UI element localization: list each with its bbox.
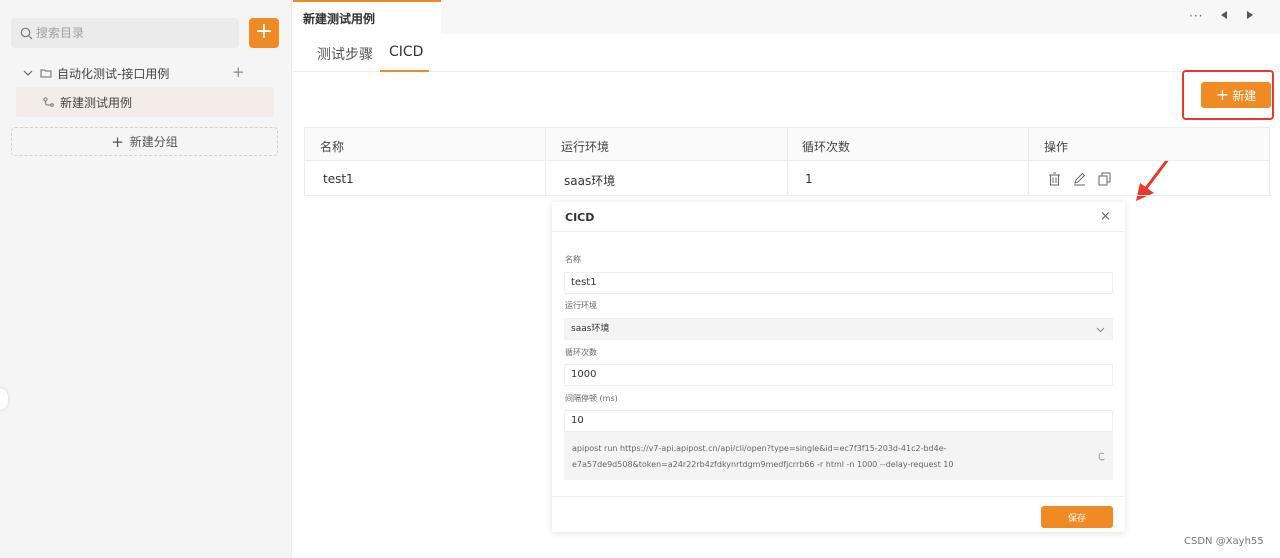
delete-icon[interactable] [1048, 172, 1061, 186]
tree-folder[interactable]: 自动化测试-接口用例 [22, 62, 252, 84]
cicd-modal: CICD × 名称 test1 运行环境 saas环境 循环次数 1000 间隔… [552, 202, 1125, 532]
env-select[interactable]: saas环境 [564, 318, 1113, 340]
modal-header: CICD × [552, 202, 1125, 232]
column-divider [545, 128, 546, 195]
env-select-value: saas环境 [571, 324, 610, 334]
close-icon[interactable]: × [1100, 209, 1111, 224]
sidebar: + 自动化测试-接口用例 + 新建测试用例 + 新建分组 [0, 0, 292, 558]
tab-bar: 新建测试用例 ··· [293, 0, 1280, 34]
prev-tab-icon[interactable] [1221, 11, 1227, 19]
loops-label: 循环次数 [565, 348, 597, 357]
active-tab-indicator [380, 70, 429, 72]
copy-icon[interactable] [1098, 172, 1111, 186]
header-actions: 操作 [1044, 140, 1069, 154]
new-group-button[interactable]: + 新建分组 [11, 127, 278, 156]
header-loops: 循环次数 [802, 140, 851, 154]
copy-command-icon[interactable] [1098, 452, 1106, 461]
save-button[interactable]: 保存 [1041, 506, 1113, 528]
search-icon [20, 27, 33, 39]
edit-icon[interactable] [1073, 172, 1086, 186]
interval-label: 间隔停顿 (ms) [565, 394, 618, 403]
new-button[interactable]: + 新建 [1201, 82, 1271, 108]
watermark: CSDN @Xayh55 [1184, 536, 1264, 547]
plus-icon: + [111, 132, 124, 151]
search-box[interactable] [11, 18, 239, 48]
folder-label: 自动化测试-接口用例 [57, 66, 170, 81]
more-icon[interactable]: ··· [1189, 9, 1203, 23]
cell-loops: 1 [805, 172, 813, 186]
command-line-2: e7a57de9d508&token=a24r22rb4zfdkynrtdgm9… [572, 460, 954, 469]
name-field[interactable]: test1 [564, 272, 1113, 294]
header-env: 运行环境 [561, 140, 610, 154]
name-label: 名称 [565, 255, 581, 264]
next-tab-icon[interactable] [1247, 11, 1253, 19]
chevron-down-icon[interactable] [22, 67, 34, 79]
folder-icon [40, 69, 52, 78]
column-divider [1028, 128, 1029, 195]
cell-name: test1 [323, 172, 354, 186]
tab-cicd[interactable]: CICD [389, 44, 423, 60]
plus-icon: + [1215, 85, 1230, 104]
cell-env: saas环境 [564, 174, 616, 188]
sub-tabs: 测试步骤 CICD [293, 34, 1280, 72]
cicd-table: 名称 运行环境 循环次数 操作 test1 saas环境 1 [304, 127, 1270, 196]
header-name: 名称 [320, 140, 345, 154]
add-button[interactable]: + [249, 18, 279, 48]
test-case-icon [43, 97, 54, 107]
command-line-1: apipost run https://v7-api.apipost.cn/ap… [572, 444, 947, 453]
command-box[interactable]: apipost run https://v7-api.apipost.cn/ap… [564, 432, 1113, 480]
tab-test-steps[interactable]: 测试步骤 [317, 44, 373, 64]
column-divider [787, 128, 788, 195]
tab-new-test-case[interactable]: 新建测试用例 [293, 0, 441, 34]
interval-field[interactable]: 10 [564, 410, 1113, 432]
chevron-down-icon [1096, 327, 1105, 333]
folder-add-icon[interactable]: + [232, 62, 245, 82]
new-button-label: 新建 [1232, 88, 1257, 103]
search-input[interactable] [36, 26, 226, 40]
modal-title: CICD [565, 211, 595, 224]
loops-field[interactable]: 1000 [564, 364, 1113, 386]
env-label: 运行环境 [565, 301, 597, 310]
sidebar-item-label: 新建测试用例 [60, 95, 133, 110]
sidebar-item-test-case[interactable]: 新建测试用例 [16, 87, 274, 117]
new-group-label: 新建分组 [129, 135, 178, 149]
modal-footer-divider [552, 496, 1125, 497]
